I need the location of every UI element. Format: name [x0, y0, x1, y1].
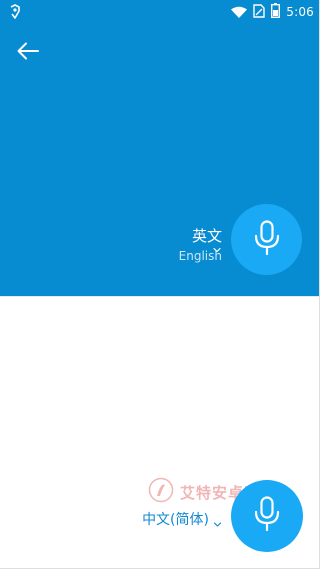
microphone-icon — [253, 219, 281, 260]
app-notification-icon — [6, 3, 24, 21]
source-panel: 5:06 英文 English — [0, 0, 320, 296]
arrow-left-icon — [17, 42, 39, 64]
target-mic-button[interactable] — [231, 480, 303, 552]
target-language-selector[interactable]: 中文(简体) — [142, 510, 209, 530]
chevron-down-icon[interactable] — [212, 240, 222, 253]
status-time: 5:06 — [286, 5, 314, 19]
battery-icon — [271, 2, 281, 22]
status-bar: 5:06 — [0, 0, 320, 24]
sim-icon — [253, 3, 265, 22]
source-mic-button[interactable] — [231, 204, 302, 275]
chevron-down-icon[interactable] — [213, 514, 222, 527]
watermark-logo-icon — [148, 477, 174, 507]
panel-divider — [0, 296, 320, 297]
back-button[interactable] — [13, 38, 43, 68]
wifi-icon — [231, 3, 248, 22]
microphone-icon — [253, 496, 281, 536]
status-indicators: 5:06 — [231, 0, 314, 24]
